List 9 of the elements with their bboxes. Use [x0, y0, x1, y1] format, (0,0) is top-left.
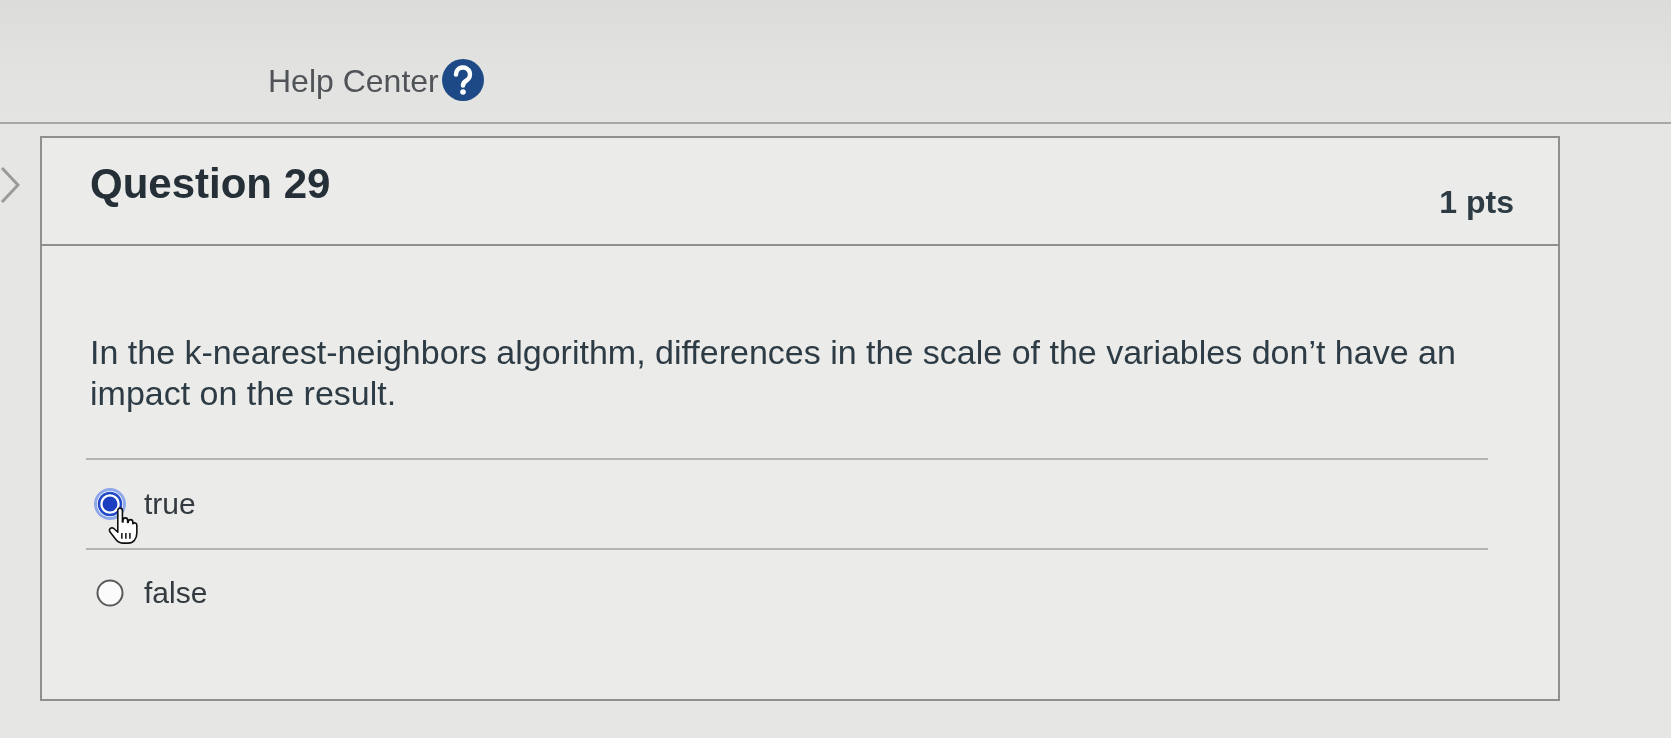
- answer-label[interactable]: true: [144, 481, 196, 527]
- radio-button[interactable]: [94, 487, 126, 520]
- answer-label[interactable]: false: [144, 570, 208, 616]
- hand-cursor-icon: [108, 506, 138, 545]
- question-title: Question 29: [90, 159, 331, 209]
- help-center-link[interactable]: Help Center: [268, 63, 485, 99]
- help-icon[interactable]: [440, 58, 485, 102]
- question-points: 1 pts: [1439, 183, 1514, 222]
- question-text: In the k-nearest-neighbors algorithm, differences in the scale of the variables don’t have an impact on the result.: [90, 332, 1457, 414]
